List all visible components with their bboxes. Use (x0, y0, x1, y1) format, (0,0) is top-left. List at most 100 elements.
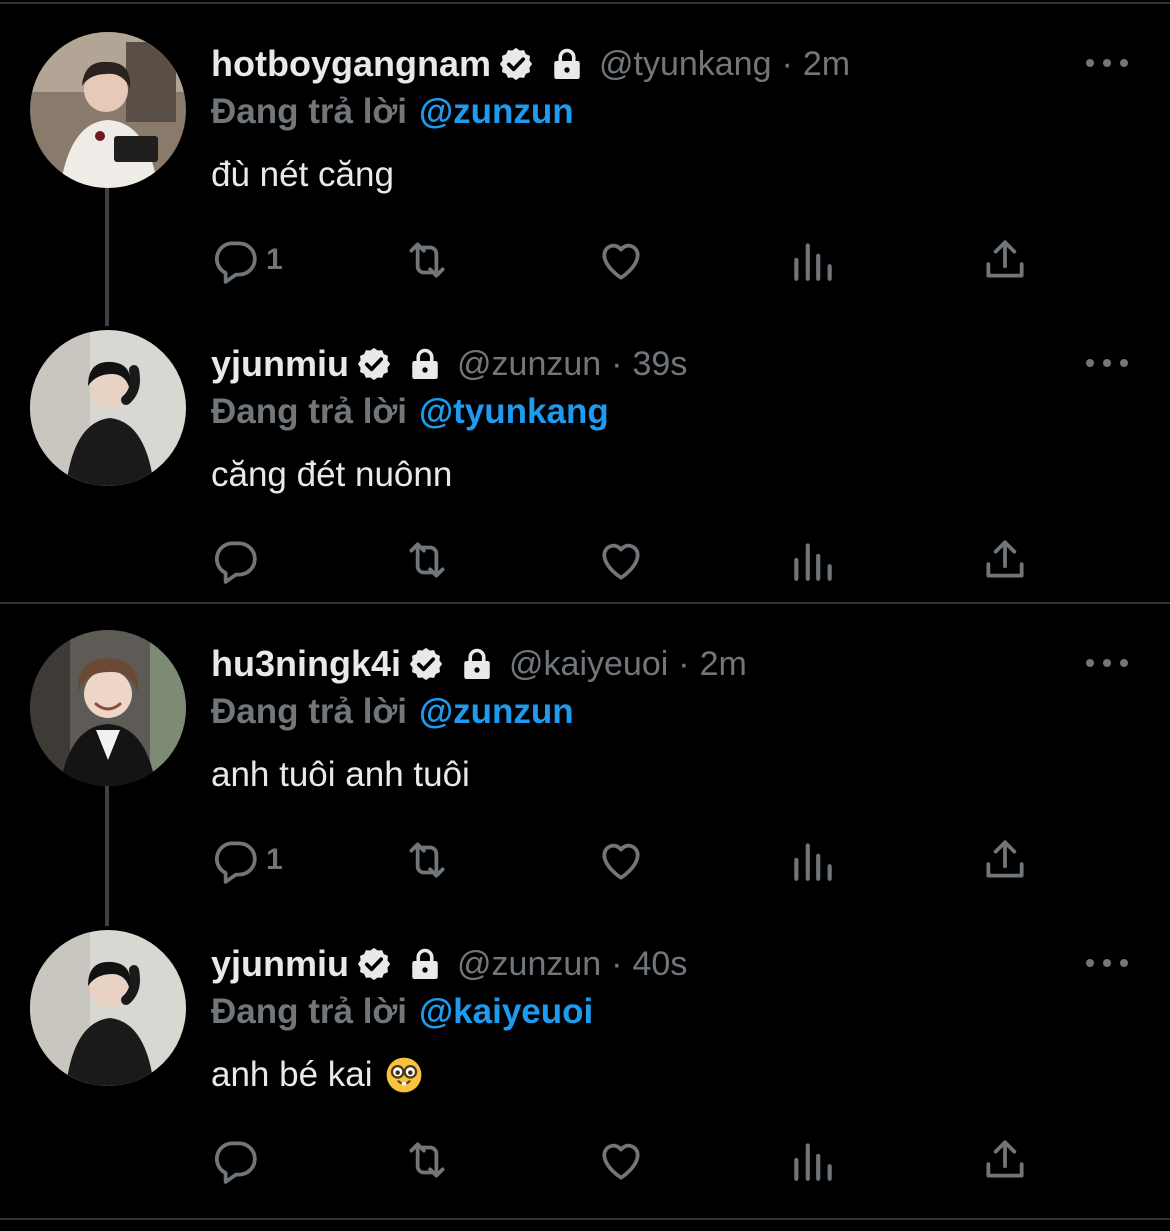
tweet-text-content: đù nét căng (211, 155, 394, 194)
tweet-time[interactable]: 2m (700, 645, 747, 684)
avatar[interactable] (30, 930, 186, 1086)
retweet-icon (409, 1142, 445, 1178)
replying-to-handle[interactable]: @zunzun (419, 692, 574, 732)
more-options-icon[interactable] (1086, 348, 1128, 378)
tweet-actions: 1 (210, 232, 1040, 288)
share-button[interactable] (980, 532, 1030, 588)
heart-icon (602, 843, 640, 880)
tweet[interactable]: yjunmiu @zunzun · 40s Đang trả lời @kaiy… (0, 904, 1170, 1204)
analytics-icon (794, 1143, 832, 1181)
retweet-button[interactable] (402, 532, 452, 588)
reply-icon (215, 241, 257, 284)
replying-to-label: Đang trả lời (211, 992, 408, 1031)
views-button[interactable] (788, 532, 838, 588)
reply-count: 1 (266, 243, 283, 276)
more-options-icon[interactable] (1086, 948, 1128, 978)
tweet-time[interactable]: 2m (803, 45, 850, 84)
user-handle[interactable]: @zunzun (457, 945, 601, 984)
like-button[interactable] (596, 1132, 646, 1188)
like-button[interactable] (596, 832, 646, 888)
share-icon (986, 540, 1024, 578)
share-icon (986, 1140, 1024, 1178)
reply-button[interactable] (210, 532, 266, 588)
avatar[interactable] (30, 330, 186, 486)
replying-to-handle[interactable]: @kaiyeuoi (419, 992, 593, 1032)
replying-to: Đang trả lời @kaiyeuoi (211, 988, 593, 1036)
separator-dot: · (781, 44, 793, 83)
separator-dot: · (678, 644, 690, 683)
views-button[interactable] (788, 1132, 838, 1188)
tweet-text: anh tuôi anh tuôi (211, 750, 470, 800)
heart-icon (602, 1143, 640, 1180)
replying-to-label: Đang trả lời (211, 92, 408, 131)
heart-icon (602, 543, 640, 580)
tweet-actions (210, 532, 1040, 588)
tweet-time[interactable]: 39s (633, 345, 688, 384)
display-name[interactable]: yjunmiu (211, 943, 349, 985)
reply-button[interactable]: 1 (210, 832, 283, 888)
nerd-face-emoji-icon (386, 1057, 421, 1093)
tweet[interactable]: hotboygangnam @tyunkang · 2m Đang trả lờ… (0, 4, 1170, 304)
tweet-time[interactable]: 40s (633, 945, 688, 984)
tweet-text: căng đét nuônn (211, 450, 452, 500)
separator-dot: · (611, 944, 623, 983)
reply-icon (215, 1141, 257, 1184)
like-button[interactable] (596, 532, 646, 588)
verified-badge-icon (499, 47, 533, 81)
display-name[interactable]: hu3ningk4i (211, 643, 401, 685)
reply-icon (215, 841, 257, 884)
share-icon (986, 840, 1024, 878)
replying-to: Đang trả lời @zunzun (211, 688, 574, 736)
replying-to-handle[interactable]: @zunzun (419, 92, 574, 132)
retweet-button[interactable] (402, 832, 452, 888)
tweet-header: hotboygangnam @tyunkang · 2m (211, 38, 850, 90)
divider-bottom (0, 1218, 1170, 1220)
avatar-photo-icon (30, 630, 186, 786)
like-button[interactable] (596, 232, 646, 288)
retweet-button[interactable] (402, 1132, 452, 1188)
heart-icon (602, 243, 640, 280)
tweet[interactable]: yjunmiu @zunzun · 39s Đang trả lời @tyun… (0, 304, 1170, 604)
tweet-text-content: anh bé kai (211, 1055, 373, 1094)
lock-icon (554, 48, 580, 79)
replying-to: Đang trả lời @zunzun (211, 88, 574, 136)
views-button[interactable] (788, 832, 838, 888)
user-handle[interactable]: @tyunkang (599, 45, 772, 84)
tweet-text-content: anh tuôi anh tuôi (211, 755, 470, 794)
user-handle[interactable]: @kaiyeuoi (509, 645, 668, 684)
reply-icon (215, 541, 257, 584)
tweet-feed: hotboygangnam @tyunkang · 2m Đang trả lờ… (0, 0, 1170, 1231)
share-button[interactable] (980, 832, 1030, 888)
share-button[interactable] (980, 1132, 1030, 1188)
replying-to-handle[interactable]: @tyunkang (419, 392, 609, 432)
user-handle[interactable]: @zunzun (457, 345, 601, 384)
avatar[interactable] (30, 32, 186, 188)
retweet-icon (409, 242, 445, 278)
reply-button[interactable]: 1 (210, 232, 283, 288)
more-options-icon[interactable] (1086, 48, 1128, 78)
tweet[interactable]: hu3ningk4i @kaiyeuoi · 2m Đang trả lời @… (0, 604, 1170, 904)
avatar-photo-icon (30, 930, 186, 1086)
tweet-header: yjunmiu @zunzun · 39s (211, 338, 687, 390)
verified-badge-icon (357, 947, 391, 981)
avatar-photo-icon (30, 330, 186, 486)
avatar[interactable] (30, 630, 186, 786)
verified-badge-icon (357, 347, 391, 381)
views-button[interactable] (788, 232, 838, 288)
lock-icon (412, 948, 438, 979)
retweet-button[interactable] (402, 232, 452, 288)
tweet-header: hu3ningk4i @kaiyeuoi · 2m (211, 638, 747, 690)
verified-badge-icon (409, 647, 443, 681)
analytics-icon (794, 243, 832, 281)
display-name[interactable]: hotboygangnam (211, 43, 491, 85)
tweet-text-content: căng đét nuônn (211, 455, 453, 494)
display-name[interactable]: yjunmiu (211, 343, 349, 385)
tweet-text: anh bé kai (211, 1050, 423, 1100)
tweet-actions (210, 1132, 1040, 1188)
reply-count: 1 (266, 843, 283, 876)
separator-dot: · (611, 344, 623, 383)
reply-button[interactable] (210, 1132, 266, 1188)
share-button[interactable] (980, 232, 1030, 288)
more-options-icon[interactable] (1086, 648, 1128, 678)
lock-icon (464, 648, 490, 679)
